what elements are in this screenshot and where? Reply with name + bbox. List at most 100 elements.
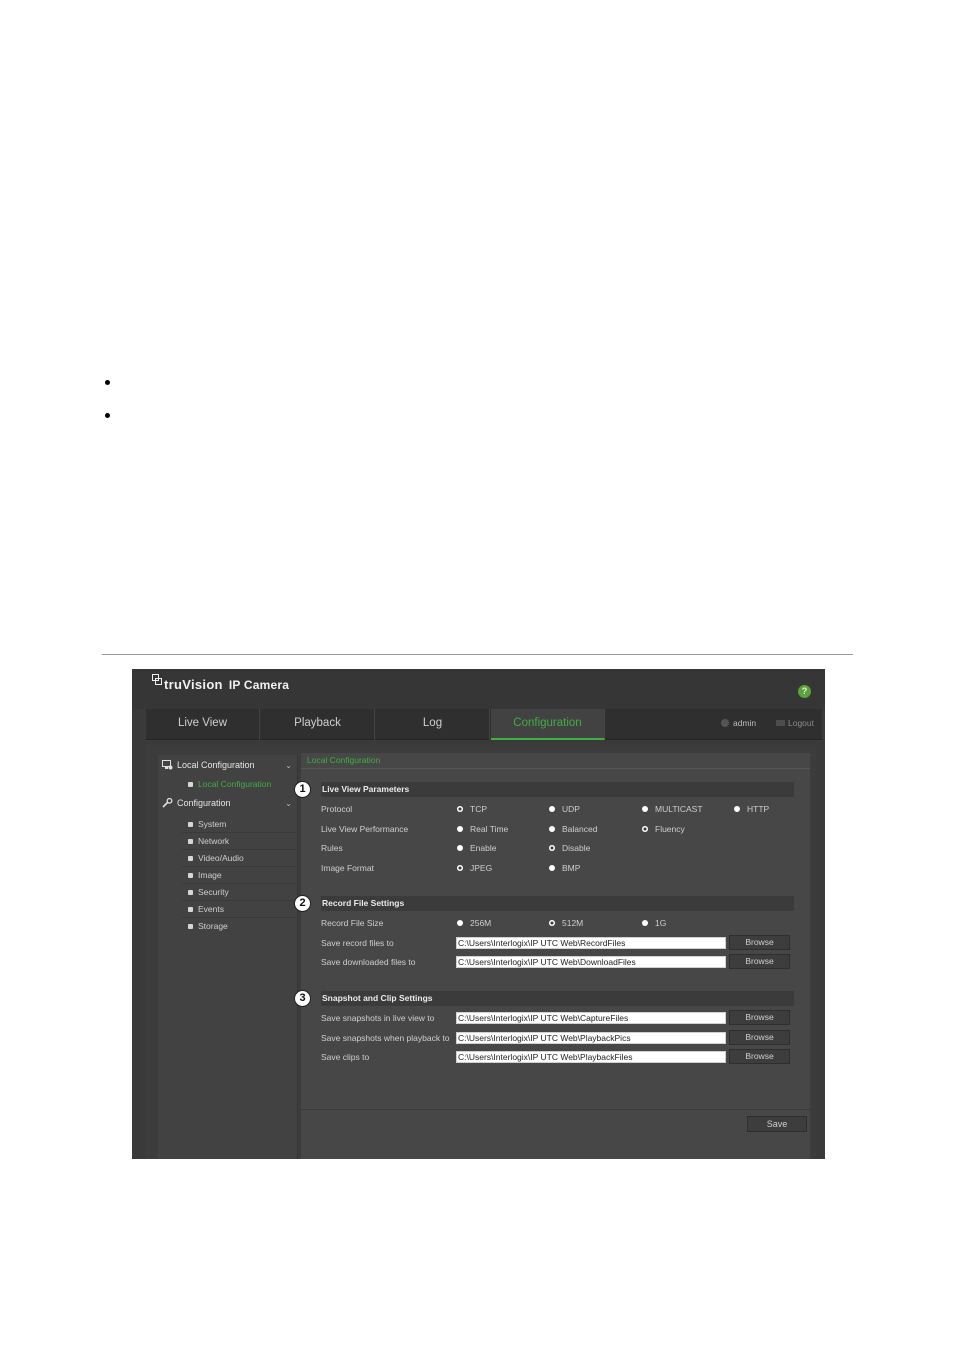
radio-rules-disable[interactable]: Disable	[549, 843, 590, 853]
bullet-icon	[188, 781, 193, 787]
radio-label: MULTICAST	[655, 804, 703, 814]
sidebar-group-configuration[interactable]: Configuration ⌄	[162, 798, 296, 808]
browse-button[interactable]: Browse	[729, 1049, 790, 1064]
sidebar-item-events[interactable]: Events	[188, 901, 296, 917]
bullet-icon	[188, 872, 193, 878]
sidebar-item-system[interactable]: System	[188, 816, 296, 832]
radio-selected-icon	[549, 845, 555, 851]
callout-3: 3	[294, 990, 311, 1007]
radio-label: TCP	[470, 804, 487, 814]
sidebar-item-network[interactable]: Network	[188, 833, 296, 849]
radio-label: HTTP	[747, 804, 770, 814]
sidebar: Local Configuration ⌄ Local Configuratio…	[158, 755, 298, 1159]
breadcrumb: Local Configuration	[307, 755, 381, 765]
radio-icon	[457, 826, 463, 832]
sidebar-item-label: Storage	[198, 921, 228, 931]
record-path-field[interactable]: C:\Users\Interlogix\IP UTC Web\RecordFil…	[456, 937, 726, 949]
camera-logo-icon	[152, 674, 162, 685]
radio-selected-icon	[642, 826, 648, 832]
brand-name: truVision	[164, 677, 223, 692]
save-button[interactable]: Save	[747, 1116, 807, 1132]
performance-label: Live View Performance	[321, 824, 409, 834]
tab-live-view[interactable]: Live View	[146, 709, 260, 740]
wrench-icon	[162, 798, 173, 808]
radio-label: UDP	[562, 804, 580, 814]
browse-button[interactable]: Browse	[729, 935, 790, 950]
radio-size-1g[interactable]: 1G	[642, 918, 666, 928]
clips-path-field[interactable]: C:\Users\Interlogix\IP UTC Web\PlaybackF…	[456, 1051, 726, 1063]
radio-icon	[642, 806, 648, 812]
clips-label: Save clips to	[321, 1052, 370, 1062]
radio-icon	[549, 806, 555, 812]
sidebar-item-label: Image	[198, 870, 222, 880]
radio-size-256m[interactable]: 256M	[457, 918, 491, 928]
radio-label: 1G	[655, 918, 667, 928]
radio-format-bmp[interactable]: BMP	[549, 863, 580, 873]
bullet-icon	[188, 855, 193, 861]
radio-protocol-multicast[interactable]: MULTICAST	[642, 804, 703, 814]
tab-configuration[interactable]: Configuration	[491, 709, 605, 740]
sidebar-item-label: System	[198, 819, 227, 829]
logout-link[interactable]: Logout	[776, 718, 814, 728]
bullet-icon	[188, 906, 193, 912]
radio-protocol-http[interactable]: HTTP	[734, 804, 769, 814]
radio-selected-icon	[549, 920, 555, 926]
radio-icon	[734, 806, 740, 812]
help-icon[interactable]: ?	[798, 685, 811, 698]
product-name: IP Camera	[228, 678, 290, 692]
chevron-down-icon: ⌄	[285, 798, 292, 808]
radio-size-512m[interactable]: 512M	[549, 918, 583, 928]
radio-icon	[549, 865, 555, 871]
section-header-live-view: Live View Parameters	[321, 782, 794, 797]
download-path-label: Save downloaded files to	[321, 957, 416, 967]
radio-selected-icon	[457, 865, 463, 871]
rules-label: Rules	[321, 843, 343, 853]
sidebar-item-video-audio[interactable]: Video/Audio	[188, 850, 296, 866]
logo: truVision IP Camera	[152, 674, 290, 692]
snapshot-playback-label: Save snapshots when playback to	[321, 1033, 450, 1043]
radio-label: Real Time	[470, 824, 509, 834]
radio-icon	[549, 826, 555, 832]
callout-2: 2	[294, 895, 311, 912]
radio-label: Balanced	[562, 824, 598, 834]
record-size-label: Record File Size	[321, 918, 384, 928]
main-nav: Live View Playback Log Configuration adm…	[146, 709, 822, 740]
sidebar-item-label: Network	[198, 836, 230, 846]
sidebar-item-image[interactable]: Image	[188, 867, 296, 883]
divider	[301, 768, 810, 769]
bullet-icon	[188, 838, 193, 844]
browse-button[interactable]: Browse	[729, 1030, 790, 1045]
radio-protocol-udp[interactable]: UDP	[549, 804, 580, 814]
browse-button[interactable]: Browse	[729, 954, 790, 969]
settings-panel: Local Configuration 1 Live View Paramete…	[294, 753, 810, 1159]
sidebar-group-local[interactable]: Local Configuration ⌄	[162, 760, 296, 770]
sidebar-item-security[interactable]: Security	[188, 884, 296, 900]
radio-selected-icon	[457, 806, 463, 812]
radio-format-jpeg[interactable]: JPEG	[457, 863, 492, 873]
radio-label: Disable	[562, 843, 591, 853]
radio-label: 512M	[562, 918, 584, 928]
browse-button[interactable]: Browse	[729, 1010, 790, 1025]
chevron-down-icon: ⌄	[285, 760, 292, 770]
bullet-point	[105, 380, 110, 385]
sidebar-item-label: Video/Audio	[198, 853, 244, 863]
tab-log[interactable]: Log	[376, 709, 490, 740]
bullet-icon	[188, 889, 193, 895]
download-path-field[interactable]: C:\Users\Interlogix\IP UTC Web\DownloadF…	[456, 956, 726, 968]
section-header-record: Record File Settings	[321, 896, 794, 911]
radio-performance-fluency[interactable]: Fluency	[642, 824, 685, 834]
radio-protocol-tcp[interactable]: TCP	[457, 804, 487, 814]
sidebar-item-storage[interactable]: Storage	[188, 918, 296, 934]
sidebar-item-label: Security	[198, 887, 229, 897]
radio-performance-real-time[interactable]: Real Time	[457, 824, 508, 834]
divider	[301, 1109, 810, 1110]
tab-playback[interactable]: Playback	[261, 709, 375, 740]
sidebar-item-local-configuration[interactable]: Local Configuration	[188, 776, 296, 792]
record-path-label: Save record files to	[321, 938, 394, 948]
radio-rules-enable[interactable]: Enable	[457, 843, 496, 853]
snapshot-playback-path-field[interactable]: C:\Users\Interlogix\IP UTC Web\PlaybackP…	[456, 1032, 726, 1044]
snapshot-live-path-field[interactable]: C:\Users\Interlogix\IP UTC Web\CaptureFi…	[456, 1012, 726, 1024]
radio-icon	[457, 920, 463, 926]
radio-performance-balanced[interactable]: Balanced	[549, 824, 597, 834]
user-menu[interactable]: admin	[721, 718, 756, 728]
